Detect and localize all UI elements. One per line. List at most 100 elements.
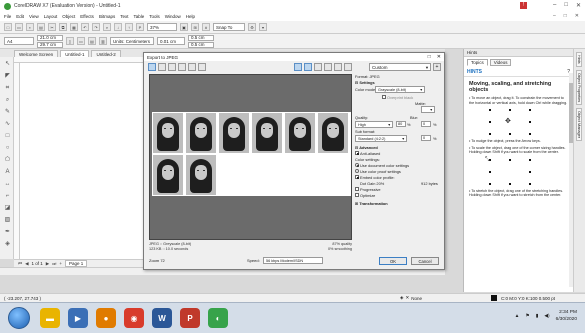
units-dropdown[interactable]: Units: Centimeters	[110, 37, 154, 45]
matte-color-picker[interactable]: ▼	[421, 106, 435, 113]
actual-size-icon[interactable]	[344, 63, 352, 71]
notification-icon[interactable]: !	[520, 2, 527, 9]
page-size-dropdown[interactable]: A4	[4, 37, 34, 45]
first-page-icon[interactable]: ⏮	[18, 261, 22, 266]
sub-format-dropdown[interactable]: Standard (4:2:2) ▼	[355, 135, 407, 142]
add-page-icon[interactable]: +	[59, 261, 62, 266]
quality-dropdown[interactable]: High ▼	[355, 121, 393, 128]
flag-icon[interactable]: ⚑	[525, 314, 529, 319]
duplicate-x-field[interactable]: 0.5 cm	[188, 34, 214, 41]
use-proof-color-radio[interactable]: Use color proof settings	[355, 169, 401, 174]
color-mode-dropdown[interactable]: Grayscale (8-bit) ▼	[375, 86, 425, 93]
rulers-icon[interactable]: ⊞	[191, 23, 199, 31]
options-icon[interactable]: ⚙	[248, 23, 256, 31]
docker-tab-object-manager[interactable]: Object Manager	[576, 108, 582, 142]
ellipse-tool-icon[interactable]: ○	[3, 144, 12, 153]
anti-aliased-checkbox[interactable]: Anti-aliased	[355, 151, 380, 156]
clock[interactable]: 2:34 PM 6/30/2020	[556, 309, 577, 323]
freehand-tool-icon[interactable]: ✎	[3, 108, 12, 117]
tab-untitled-2[interactable]: Untitled-2	[91, 50, 121, 57]
start-button[interactable]	[8, 307, 30, 329]
sub-format-number-field[interactable]: 0	[421, 135, 431, 141]
use-document-color-radio[interactable]: Use document color settings	[355, 163, 409, 168]
duplicate-y-field[interactable]: 0.5 cm	[188, 41, 214, 48]
media-center-icon[interactable]: ●	[96, 308, 116, 328]
single-view-icon[interactable]	[148, 63, 156, 71]
word-icon[interactable]: W	[152, 308, 172, 328]
all-pages-icon[interactable]: ▤	[88, 37, 96, 45]
blur-number-field[interactable]: 0	[421, 121, 431, 127]
settings-section-header[interactable]: ⊟ Settings	[355, 80, 375, 85]
minimize-button[interactable]: –	[553, 2, 556, 9]
split-horizontal-icon[interactable]	[168, 63, 176, 71]
advanced-section-header[interactable]: ⊟ Advanced	[355, 145, 378, 150]
text-tool-icon[interactable]: A	[3, 168, 12, 177]
menu-edit[interactable]: Edit	[16, 14, 24, 19]
transformation-section-header[interactable]: ⊞ Transformation	[355, 201, 388, 206]
full-screen-icon[interactable]: ▣	[180, 23, 188, 31]
redo-icon[interactable]: ↷	[92, 23, 100, 31]
maximize-button[interactable]: □	[564, 2, 568, 9]
crop-tool-icon[interactable]: ⌗	[3, 84, 12, 93]
page-width-field[interactable]: 21.0 cm	[37, 34, 63, 41]
open-icon[interactable]: ▭	[15, 23, 23, 31]
import-icon[interactable]: ↓	[114, 23, 122, 31]
volume-icon[interactable]: ◀)	[544, 314, 549, 319]
zoom-tool-icon[interactable]: ⌕	[3, 96, 12, 105]
show-hidden-icons-icon[interactable]: ▲	[515, 314, 520, 319]
grid-view-icon[interactable]	[198, 63, 206, 71]
polygon-tool-icon[interactable]: ⬠	[3, 156, 12, 165]
docker-tab-object-properties[interactable]: Object Properties	[576, 69, 582, 105]
progressive-checkbox[interactable]: Progressive	[355, 187, 381, 192]
optimize-checkbox[interactable]: Optimize	[355, 193, 375, 198]
zoom-level-field[interactable]: 37%	[147, 23, 177, 31]
pan-tool-icon[interactable]	[294, 63, 302, 71]
preset-options-button[interactable]: +	[433, 63, 441, 71]
dialog-maximize-button[interactable]: □	[428, 54, 431, 60]
quad-view-icon[interactable]	[178, 63, 186, 71]
powerpoint-icon[interactable]: P	[180, 308, 200, 328]
speed-dropdown[interactable]: 56 kbps Modem/ISDN	[263, 257, 323, 264]
last-page-icon[interactable]: ⏭	[52, 261, 56, 266]
zoom-preview-icon[interactable]	[304, 63, 312, 71]
publish-pdf-icon[interactable]: P	[136, 23, 144, 31]
menu-table[interactable]: Table	[133, 14, 144, 19]
grid-icon[interactable]: #	[202, 23, 210, 31]
menu-file[interactable]: File	[4, 14, 11, 19]
export-icon[interactable]: ↑	[125, 23, 133, 31]
undo-icon[interactable]: ↶	[81, 23, 89, 31]
tab-welcome-screen[interactable]: Welcome Screen	[14, 50, 59, 57]
menu-tools[interactable]: Tools	[149, 14, 160, 19]
search-content-icon[interactable]: ⌕	[103, 23, 111, 31]
menu-object[interactable]: Object	[62, 14, 75, 19]
quality-number-field[interactable]: 80	[396, 121, 406, 127]
doc-restore-button[interactable]: □	[564, 13, 567, 19]
tab-videos[interactable]: Videos	[489, 59, 512, 66]
before-after-icon[interactable]	[188, 63, 196, 71]
menu-view[interactable]: View	[29, 14, 39, 19]
file-explorer-icon[interactable]: ▬	[40, 308, 60, 328]
ok-button[interactable]: OK	[379, 257, 407, 265]
portrait-icon[interactable]: ▯	[66, 37, 74, 45]
cancel-button[interactable]: Cancel	[411, 257, 439, 265]
print-icon[interactable]: ▤	[37, 23, 45, 31]
save-icon[interactable]: ▪	[26, 23, 34, 31]
landscape-icon[interactable]: ▭	[77, 37, 85, 45]
nudge-distance-field[interactable]: 0.01 cm	[157, 37, 185, 45]
drop-shadow-icon[interactable]: ◪	[3, 204, 12, 213]
snap-to-dropdown[interactable]: Snap To	[213, 23, 245, 31]
parallel-dimension-icon[interactable]: ↔	[3, 180, 12, 189]
cut-icon[interactable]: ✂	[48, 23, 56, 31]
rectangle-tool-icon[interactable]: □	[3, 132, 12, 141]
media-player-icon[interactable]: ▶	[68, 308, 88, 328]
eyedropper-icon[interactable]: ✒	[3, 228, 12, 237]
transparency-icon[interactable]: ▨	[3, 216, 12, 225]
page-height-field[interactable]: 29.7 cm	[37, 41, 63, 48]
embed-profile-checkbox[interactable]: Embed color profile:	[355, 175, 395, 180]
copy-icon[interactable]: ⧉	[59, 23, 67, 31]
export-preview[interactable]	[149, 74, 352, 240]
interactive-fill-icon[interactable]: ◈	[3, 240, 12, 249]
split-vertical-icon[interactable]	[158, 63, 166, 71]
page-tab[interactable]: Page 1	[64, 260, 88, 267]
chrome-icon[interactable]: ◉	[124, 308, 144, 328]
